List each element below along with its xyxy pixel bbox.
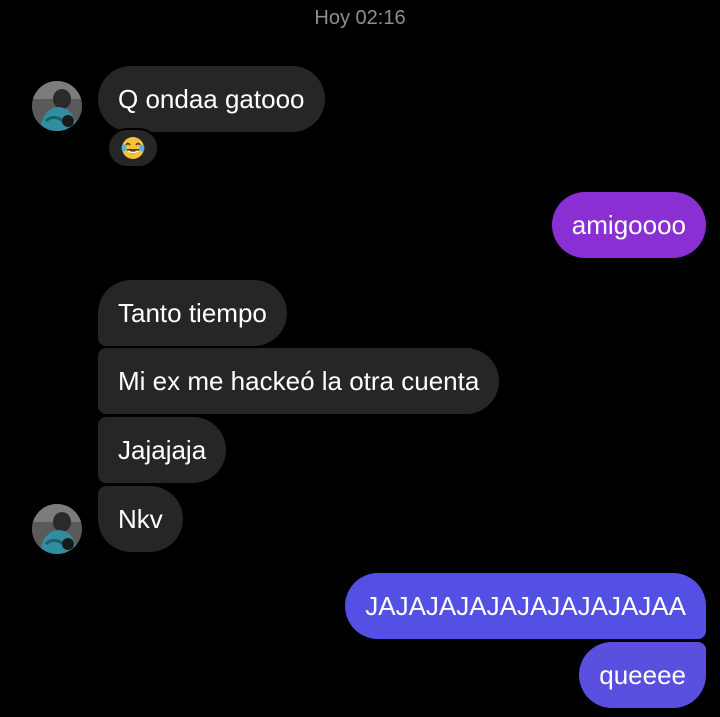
incoming-message[interactable]: Nkv bbox=[98, 486, 183, 552]
outgoing-message[interactable]: queeee bbox=[579, 642, 706, 708]
reaction-badge[interactable] bbox=[107, 128, 159, 168]
incoming-message[interactable]: Jajajaja bbox=[98, 417, 227, 483]
incoming-message[interactable]: Q ondaa gatooo bbox=[98, 66, 325, 132]
laughing-tears-emoji-icon bbox=[121, 137, 145, 159]
contact-avatar-icon[interactable] bbox=[32, 81, 82, 131]
contact-avatar-icon[interactable] bbox=[32, 504, 82, 554]
outgoing-message[interactable]: JAJAJAJAJAJAJAJAJAJAA bbox=[345, 573, 706, 639]
incoming-message[interactable]: Mi ex me hackeó la otra cuenta bbox=[98, 348, 500, 414]
chat-screen: Hoy 02:16 Q ondaa gatooo amigoooo Tanto … bbox=[0, 0, 720, 717]
incoming-message[interactable]: Tanto tiempo bbox=[98, 280, 287, 346]
message-timestamp: Hoy 02:16 bbox=[314, 7, 406, 29]
outgoing-message[interactable]: amigoooo bbox=[551, 192, 706, 258]
